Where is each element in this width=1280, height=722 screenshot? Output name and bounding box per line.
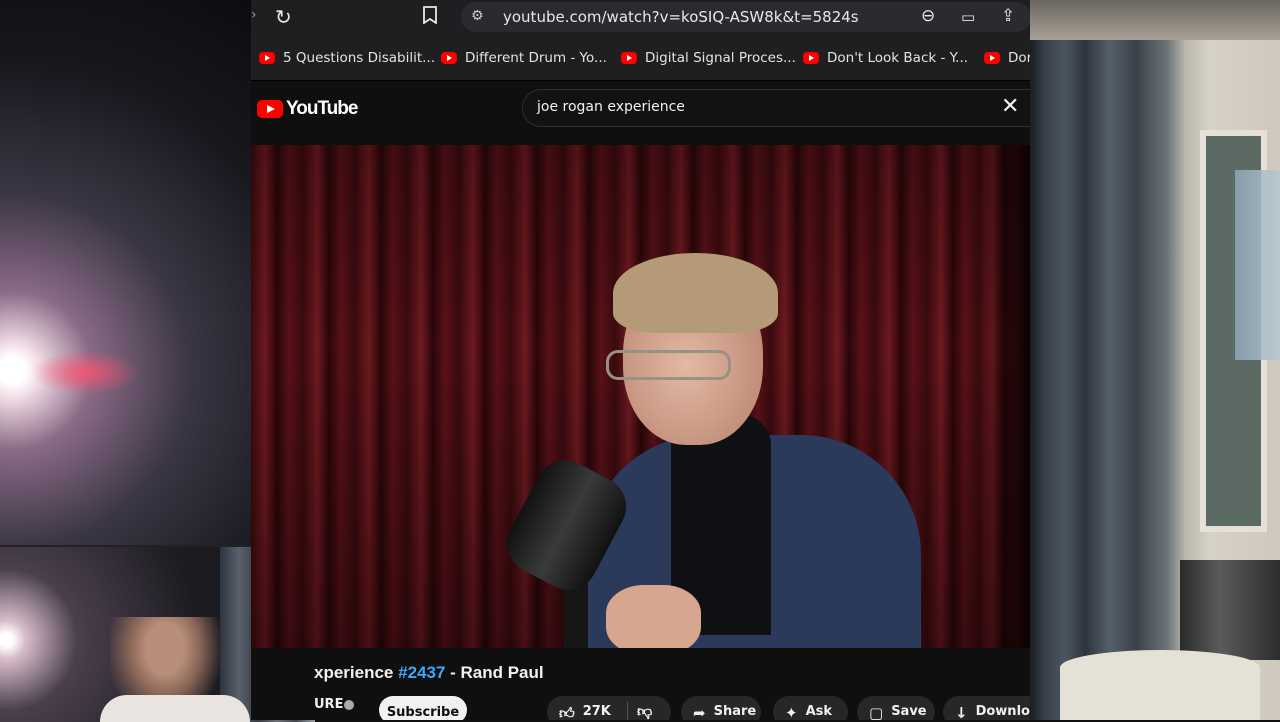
youtube-favicon [984,52,1000,64]
video-edge-shadow [985,145,1030,648]
address-bar[interactable]: ⚙ youtube.com/watch?v=koSIQ-ASW8k&t=5824… [461,2,1030,32]
video-player[interactable] [251,145,1030,648]
save-icon: ▢ [869,704,884,720]
bookmark-item[interactable]: Different Drum - Yo... [441,49,607,67]
site-settings-icon[interactable]: ⚙ [471,8,484,24]
youtube-favicon [621,52,637,64]
search-query[interactable]: joe rogan experience [537,99,685,115]
video-guest-glasses [606,350,731,380]
bedsheet [100,695,250,722]
bookmark-label: Different Drum - Yo... [465,50,607,66]
video-guest-hair [613,253,778,333]
like-button[interactable]: 👍︎ 27K 👎︎ [547,696,671,720]
channel-name[interactable]: URE [314,697,343,712]
bookmark-item[interactable]: Don't Look Back - Y... [803,49,968,67]
download-button[interactable]: ↓ Download [943,696,1030,720]
subscribe-label: Subscribe [386,705,460,720]
share-button[interactable]: ➦ Share [681,696,761,720]
subscribe-button[interactable]: Subscribe [379,696,467,720]
clear-search-icon[interactable]: ✕ [1001,94,1019,119]
webcam-overlay-left [0,0,251,545]
video-info: xperience #2437 - Rand Paul URE Subscrib… [251,648,1030,720]
video-title-suffix: - Rand Paul [445,663,544,682]
verified-icon [344,700,354,710]
ask-button[interactable]: ✦ Ask [773,696,848,720]
ask-label: Ask [805,704,833,719]
ceiling [1030,0,1280,40]
reload-icon[interactable]: ↻ [275,5,292,29]
dislike-icon[interactable]: 👎︎ [637,702,652,720]
like-divider [627,702,628,720]
download-label: Download [975,704,1030,719]
webcam-overlay-right [1030,0,1280,720]
mug [1060,650,1260,720]
youtube-favicon [259,52,275,64]
bookmark-item[interactable]: Dor [984,49,1030,67]
youtube-logo-text: YouTube [286,98,358,119]
bookmark-icon[interactable] [423,6,437,24]
zoom-icon[interactable]: ⊖ [921,6,935,26]
cast-icon[interactable]: ▭ [961,8,975,26]
forward-icon[interactable]: › [251,7,257,23]
video-title-prefix: xperience [314,663,399,682]
share-label: Share [713,704,757,719]
pot [1180,560,1280,660]
download-icon: ↓ [955,704,968,720]
bookmarks-bar: 5 Questions Disabilit... Different Drum … [251,36,1030,81]
light-glare [30,350,140,395]
youtube-favicon [441,52,457,64]
youtube-header: YouTube joe rogan experience ✕ [251,81,1030,145]
episode-hashtag[interactable]: #2437 [398,663,445,682]
video-title: xperience #2437 - Rand Paul [314,663,544,683]
bookmark-item[interactable]: Digital Signal Proces... [621,49,796,67]
save-button[interactable]: ▢ Save [857,696,935,720]
bookmark-label: Don't Look Back - Y... [827,50,969,66]
bookmark-label: 5 Questions Disabilit... [283,50,436,66]
browser-toolbar: › ↻ ⚙ youtube.com/watch?v=koSIQ-ASW8k&t=… [251,0,1030,36]
hanging-shirt [1235,170,1280,360]
browser-window: › ↻ ⚙ youtube.com/watch?v=koSIQ-ASW8k&t=… [251,0,1030,720]
share-page-icon[interactable]: ⇪ [1001,6,1015,26]
youtube-favicon [803,52,819,64]
bookmark-label: Digital Signal Proces... [645,50,796,66]
bookmark-item[interactable]: 5 Questions Disabilit... [259,49,435,67]
video-guest-hand [606,585,701,648]
url-text[interactable]: youtube.com/watch?v=koSIQ-ASW8k&t=5824s [503,8,859,26]
save-label: Save [891,704,927,719]
youtube-logo-icon [257,100,283,118]
like-count: 27K [582,704,611,719]
youtube-logo[interactable]: YouTube [257,98,358,120]
bookmark-label: Dor [1008,50,1030,66]
share-icon: ➦ [693,704,706,720]
like-icon: 👍︎ [559,704,575,720]
search-input[interactable]: joe rogan experience ✕ [522,89,1030,127]
ask-icon: ✦ [785,704,798,720]
